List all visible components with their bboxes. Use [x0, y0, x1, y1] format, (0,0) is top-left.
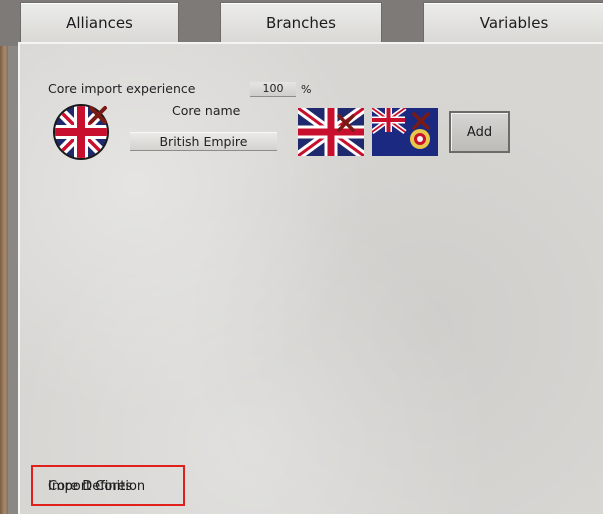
core-import-experience-input[interactable]: 100: [250, 82, 296, 97]
union-jack-round-icon[interactable]: [52, 103, 110, 161]
tab-alliances[interactable]: Alliances: [20, 2, 179, 43]
blue-ensign-flag-icon[interactable]: [372, 108, 438, 156]
core-import-experience-label: Core import experience: [48, 81, 196, 96]
add-button[interactable]: Add: [449, 111, 510, 153]
core-name-label: Core name: [172, 103, 241, 118]
core-definition-label[interactable]: Core Definition: [48, 479, 145, 494]
background-strip: [0, 0, 8, 514]
percent-label: %: [301, 83, 312, 96]
core-name-field[interactable]: British Empire: [130, 132, 277, 151]
union-jack-flag-icon[interactable]: [298, 108, 364, 156]
tab-variables[interactable]: Variables: [423, 2, 603, 43]
tab-branches[interactable]: Branches: [220, 2, 382, 43]
tab-bar: Alliances Branches Variables: [0, 0, 603, 46]
